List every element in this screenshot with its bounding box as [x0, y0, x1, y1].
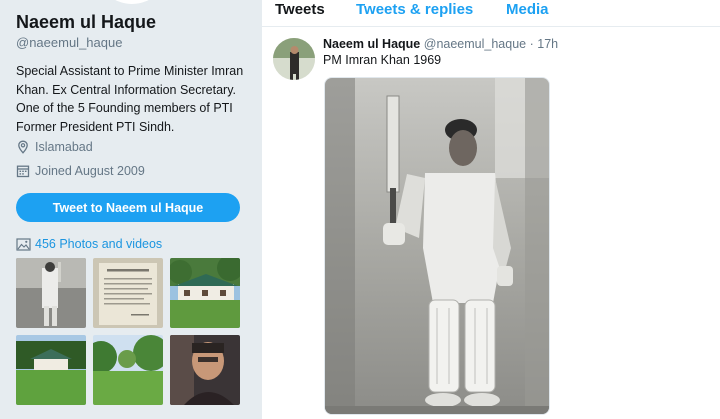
tweet-avatar[interactable] [273, 38, 315, 80]
profile-handle[interactable]: @naeemul_haque [16, 35, 122, 50]
profile-joined-date: Joined August 2009 [16, 164, 145, 178]
photo-thumbnail[interactable] [93, 258, 163, 328]
profile-avatar[interactable] [95, 0, 169, 4]
tweet-author-handle[interactable]: @naeemul_haque [424, 37, 526, 51]
profile-name[interactable]: Naeem ul Haque [16, 12, 156, 33]
photos-videos-link[interactable]: 456 Photos and videos [16, 237, 162, 251]
tweet-header: Naeem ul Haque @naeemul_haque · 17h [323, 37, 558, 51]
photo-thumbnail[interactable] [93, 335, 163, 405]
image-icon [16, 237, 31, 251]
photos-videos-label: 456 Photos and videos [35, 237, 163, 251]
photo-thumbnail[interactable] [170, 258, 240, 328]
profile-sidebar: Naeem ul Haque @naeemul_haque Special As… [0, 0, 262, 419]
tweet-author-name[interactable]: Naeem ul Haque [323, 37, 420, 51]
timeline: Tweets Tweets & replies Media Naeem ul H… [262, 0, 720, 419]
tweet-to-button[interactable]: Tweet to Naeem ul Haque [16, 193, 240, 222]
photo-thumbnail[interactable] [16, 258, 86, 328]
profile-tabs: Tweets Tweets & replies Media [262, 0, 720, 27]
photo-thumbnail[interactable] [16, 335, 86, 405]
tweet[interactable]: Naeem ul Haque @naeemul_haque · 17h PM I… [262, 28, 720, 419]
tweet-separator: · [529, 37, 534, 51]
tweet-text: PM Imran Khan 1969 [323, 53, 442, 67]
calendar-icon [16, 164, 30, 178]
joined-text: Joined August 2009 [35, 164, 145, 178]
profile-location: Islamabad [16, 140, 93, 154]
tab-media[interactable]: Media [506, 1, 549, 18]
profile-bio: Special Assistant to Prime Minister Imra… [16, 64, 244, 134]
tweet-photo[interactable] [324, 77, 550, 415]
location-text: Islamabad [35, 140, 93, 154]
tweet-timestamp[interactable]: 17h [537, 37, 558, 51]
photo-thumbnail[interactable] [170, 335, 240, 405]
photo-grid [16, 258, 240, 405]
tab-tweets[interactable]: Tweets [275, 1, 325, 18]
tab-tweets-and-replies[interactable]: Tweets & replies [356, 1, 473, 18]
location-pin-icon [16, 140, 30, 154]
